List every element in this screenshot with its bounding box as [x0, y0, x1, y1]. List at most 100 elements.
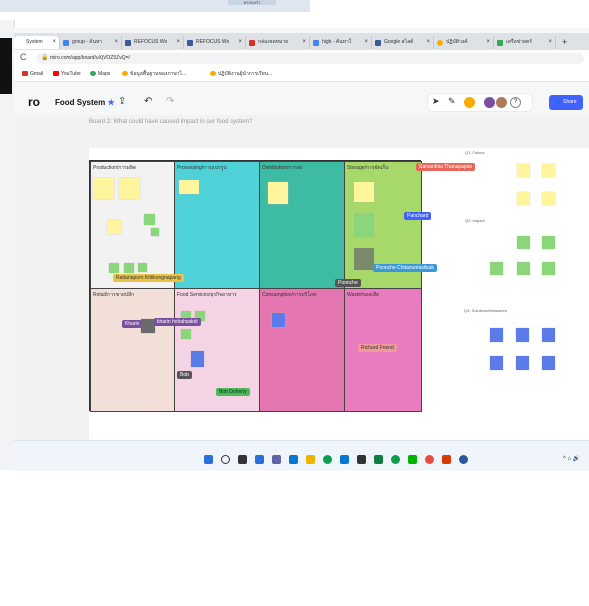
sticky-note[interactable]: [516, 356, 529, 370]
teams-icon[interactable]: [272, 455, 281, 464]
sticky-note[interactable]: [109, 263, 119, 273]
new-tab-button[interactable]: +: [556, 36, 576, 49]
sticky-note[interactable]: [354, 182, 374, 202]
url-input[interactable]: 🔒 miro.com/app/board/uXjVOZ5ZvQ=/: [36, 53, 584, 64]
left-panel-block: [0, 38, 12, 94]
app-icon[interactable]: [374, 455, 383, 464]
more-users-icon[interactable]: ?: [510, 97, 521, 108]
sticky-note[interactable]: [272, 313, 285, 327]
sticky-note[interactable]: [517, 236, 530, 249]
reload-icon[interactable]: C: [20, 52, 27, 62]
sticky-note[interactable]: [144, 214, 155, 225]
sticky-note[interactable]: [119, 178, 140, 199]
sticky-note[interactable]: [93, 178, 114, 199]
tab-5[interactable]: high - ค้นหาใ ×: [310, 36, 372, 49]
close-icon[interactable]: ×: [238, 36, 242, 49]
sticky-note[interactable]: [517, 262, 530, 275]
document-icon: [187, 40, 193, 46]
sticky-note[interactable]: [490, 356, 503, 370]
avatar[interactable]: [484, 97, 495, 108]
sticky-note[interactable]: [141, 319, 155, 333]
line-icon[interactable]: [391, 455, 400, 464]
close-icon[interactable]: ×: [176, 36, 180, 49]
sticky-note[interactable]: [542, 328, 555, 342]
tab-6[interactable]: Google สไลด์ ×: [372, 36, 434, 49]
sticky-note[interactable]: [354, 248, 374, 270]
collaborator-cursor: Samanthia Thanapapan: [416, 163, 476, 171]
sticky-note[interactable]: [138, 263, 147, 272]
share-button[interactable]: 👤 Share: [549, 95, 583, 110]
search-icon[interactable]: [221, 455, 230, 464]
bookmark-youtube[interactable]: YouTube: [53, 69, 81, 79]
avatar[interactable]: [496, 97, 507, 108]
close-icon[interactable]: ×: [52, 36, 56, 49]
windows-start-icon[interactable]: [204, 455, 213, 464]
tab-3[interactable]: REFOCUS Wo ×: [184, 36, 246, 49]
bookmark-maps[interactable]: Maps: [90, 69, 110, 79]
sticky-note[interactable]: [181, 329, 191, 339]
timer-icon[interactable]: [464, 97, 475, 108]
redo-icon[interactable]: ↷: [166, 96, 174, 107]
app-icon[interactable]: [357, 455, 366, 464]
cursor-icon[interactable]: ➤: [432, 96, 440, 107]
chrome-icon[interactable]: [323, 455, 332, 464]
sticky-note[interactable]: [516, 328, 529, 342]
bookmark-site-2[interactable]: ปฏิบัติงานผู้นำการเรียน...: [210, 69, 272, 79]
close-icon[interactable]: ×: [426, 36, 430, 49]
sticky-note[interactable]: [490, 328, 503, 342]
cell-processing[interactable]: Processing/การแปรรูป: [174, 161, 260, 289]
undo-icon[interactable]: ↶: [144, 96, 152, 107]
tab-1[interactable]: group - ค้นหา ×: [60, 36, 122, 49]
app-icon[interactable]: [408, 455, 417, 464]
cell-distribution[interactable]: Distribution/การส่ง: [259, 161, 345, 289]
miro-logo[interactable]: ro: [28, 95, 40, 109]
system-tray[interactable]: ^ ⌂ 🔊: [563, 455, 580, 462]
tab-4[interactable]: กล่องจดหมาย ×: [246, 36, 310, 49]
cell-retail[interactable]: Retail/การขายปลีก: [90, 288, 175, 412]
close-icon[interactable]: ×: [486, 36, 490, 49]
sticky-note[interactable]: [179, 180, 199, 194]
sticky-note[interactable]: [542, 356, 555, 370]
sticky-note[interactable]: [517, 192, 530, 205]
sticky-note[interactable]: [542, 262, 555, 275]
tab-7[interactable]: ปฏิบัติวงค์ ×: [434, 36, 494, 49]
sticky-note[interactable]: [107, 220, 121, 234]
sticky-note[interactable]: [124, 263, 134, 273]
bookmark-site-1[interactable]: ข้อมูลพื้นฐานของภาษาไ...: [122, 69, 186, 79]
edge-icon[interactable]: [289, 455, 298, 464]
app-icon[interactable]: [425, 455, 434, 464]
tab-8[interactable]: เครือข่ายครั ×: [494, 36, 556, 49]
widgets-icon[interactable]: [255, 455, 264, 464]
close-icon[interactable]: ×: [364, 36, 368, 49]
sticky-note[interactable]: [542, 164, 555, 177]
reaction-icon[interactable]: ✎: [448, 96, 456, 107]
powerpoint-icon[interactable]: [442, 455, 451, 464]
close-icon[interactable]: ×: [114, 36, 118, 49]
export-icon[interactable]: ⇪: [118, 96, 126, 107]
task-view-icon[interactable]: [238, 455, 247, 464]
sticky-note[interactable]: [517, 164, 530, 177]
cell-production[interactable]: Production/การผลิต: [90, 161, 175, 289]
bookmark-gmail[interactable]: Gmail: [22, 69, 43, 79]
tab-bar: System × group - ค้นหา × REFOCUS Wo × REFOC…: [14, 33, 589, 50]
tab-0[interactable]: System ×: [14, 36, 60, 49]
board-subtitle: Board 2: What could have caused impact i…: [89, 119, 253, 125]
star-icon[interactable]: ★: [107, 98, 114, 107]
close-icon[interactable]: ×: [548, 36, 552, 49]
sticky-note[interactable]: [542, 236, 555, 249]
app-icon[interactable]: [459, 455, 468, 464]
tab-2[interactable]: REFOCUS Wo ×: [122, 36, 184, 49]
sticky-note[interactable]: [191, 351, 204, 367]
close-icon[interactable]: ×: [302, 36, 306, 49]
board-name[interactable]: Food System ★: [55, 98, 115, 107]
cell-consumption[interactable]: Consumption/การบริโภค: [259, 288, 345, 412]
sticky-note[interactable]: [490, 262, 503, 275]
sticky-note[interactable]: [268, 182, 288, 204]
file-explorer-icon[interactable]: [306, 455, 315, 464]
sticky-note[interactable]: [354, 213, 374, 237]
bookmark-label: Gmail: [30, 71, 44, 77]
sticky-note[interactable]: [151, 228, 159, 236]
store-icon[interactable]: [340, 455, 349, 464]
menu-icon[interactable]: ⫶: [579, 97, 581, 105]
sticky-note[interactable]: [542, 192, 555, 205]
